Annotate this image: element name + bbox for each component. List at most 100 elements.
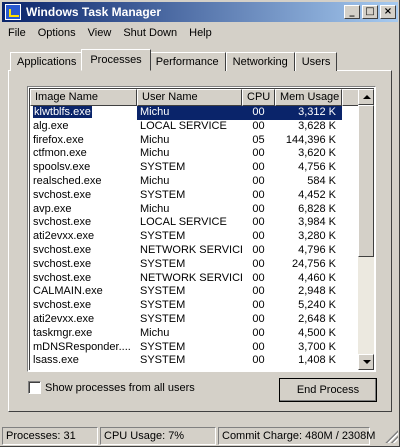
process-mem-usage: 3,984 K (298, 216, 336, 229)
tab-strip: Applications Processes Performance Netwo… (10, 49, 338, 71)
process-row[interactable]: svchost.exe SYSTEM 00 5,240 K (30, 299, 360, 313)
process-mem-usage: 5,240 K (298, 299, 336, 312)
process-user-name: SYSTEM (140, 257, 186, 270)
column-cpu[interactable]: CPU (242, 89, 275, 106)
menu-help[interactable]: Help (183, 27, 218, 39)
process-row[interactable]: svchost.exe NETWORK SERVICE 00 4,460 K (30, 272, 360, 286)
menu-view[interactable]: View (82, 27, 118, 39)
process-row[interactable]: svchost.exe SYSTEM 00 4,452 K (30, 189, 360, 203)
process-image-name: klwtblfs.exe (32, 106, 93, 119)
process-image-name: ctfmon.exe (33, 147, 87, 160)
task-manager-app-icon (5, 4, 21, 20)
process-cpu: 00 (252, 119, 265, 132)
process-image-name: taskmgr.exe (33, 326, 93, 339)
process-cpu: 00 (252, 326, 265, 339)
process-row[interactable]: CALMAIN.exe SYSTEM 00 2,948 K (30, 285, 360, 299)
process-cpu: 00 (252, 188, 265, 201)
resize-grip-icon[interactable] (384, 429, 398, 443)
process-user-name: SYSTEM (140, 161, 186, 174)
maximize-button[interactable]: □ (362, 5, 378, 19)
process-cpu: 00 (252, 161, 265, 174)
process-user-name: LOCAL SERVICE (140, 119, 227, 132)
process-image-name: realsched.exe (33, 174, 102, 187)
status-cpu-usage: CPU Usage: 7% (100, 427, 216, 445)
process-row[interactable]: svchost.exe LOCAL SERVICE 00 3,984 K (30, 216, 360, 230)
process-cpu: 00 (252, 174, 265, 187)
process-row[interactable]: realsched.exe Michu 00 584 K (30, 175, 360, 189)
scroll-thumb[interactable] (358, 105, 374, 257)
process-row[interactable]: firefox.exe Michu 05 144,396 K (30, 134, 360, 148)
process-list-header: Image Name User Name CPU Mem Usage (30, 89, 360, 106)
process-mem-usage: 1,408 K (298, 354, 336, 367)
process-mem-usage: 3,280 K (298, 230, 336, 243)
process-mem-usage: 3,700 K (298, 340, 336, 353)
process-cpu: 00 (252, 285, 265, 298)
process-user-name: NETWORK SERVICE (140, 271, 242, 284)
process-row[interactable]: ati2evxx.exe SYSTEM 00 2,648 K (30, 313, 360, 327)
scroll-up-arrow-icon[interactable] (358, 89, 374, 105)
process-mem-usage: 4,500 K (298, 326, 336, 339)
process-cpu: 00 (242, 106, 275, 120)
process-user-name: SYSTEM (140, 340, 186, 353)
process-image-name: svchost.exe (33, 299, 92, 312)
vertical-scrollbar[interactable] (358, 89, 374, 370)
process-user-name: SYSTEM (140, 285, 186, 298)
process-mem-usage: 2,948 K (298, 285, 336, 298)
process-user-name: Michu (140, 147, 170, 160)
process-row[interactable]: klwtblfs.exe Michu 00 3,312 K (30, 106, 360, 120)
process-mem-usage: 3,620 K (298, 147, 336, 160)
column-user-name[interactable]: User Name (137, 89, 242, 106)
process-list[interactable]: Image Name User Name CPU Mem Usage klwtb… (27, 86, 376, 372)
process-row[interactable]: ati2evxx.exe SYSTEM 00 3,280 K (30, 230, 360, 244)
process-image-name: avp.exe (33, 202, 72, 215)
process-cpu: 05 (252, 133, 265, 146)
process-row[interactable]: svchost.exe NETWORK SERVICE 00 4,796 K (30, 244, 360, 258)
process-row[interactable]: svchost.exe SYSTEM 00 24,756 K (30, 258, 360, 272)
show-all-processes-option[interactable]: Show processes from all users (28, 381, 195, 394)
menu-bar: File Options View Shut Down Help (2, 23, 398, 42)
show-all-processes-checkbox[interactable] (28, 381, 41, 394)
process-list-body: klwtblfs.exe Michu 00 3,312 Kalg.exe LOCAL S… (30, 106, 360, 368)
process-user-name: SYSTEM (140, 188, 186, 201)
process-image-name: spoolsv.exe (33, 161, 91, 174)
process-row[interactable]: taskmgr.exe Michu 00 4,500 K (30, 327, 360, 341)
process-row[interactable]: lsass.exe SYSTEM 00 1,408 K (30, 354, 360, 368)
menu-file[interactable]: File (2, 27, 32, 39)
minimize-button[interactable]: _ (344, 5, 360, 19)
process-user-name: SYSTEM (140, 312, 186, 325)
process-user-name: LOCAL SERVICE (140, 216, 227, 229)
show-all-processes-label[interactable]: Show processes from all users (45, 382, 195, 394)
process-image-name: svchost.exe (33, 216, 92, 229)
title-bar[interactable]: Windows Task Manager _ □ × (2, 2, 398, 22)
status-commit-charge: Commit Charge: 480M / 2308M (218, 427, 375, 445)
process-cpu: 00 (252, 147, 265, 160)
process-cpu: 00 (252, 271, 265, 284)
tab-users[interactable]: Users (294, 52, 338, 71)
task-manager-window: Windows Task Manager _ □ × File Options … (0, 0, 400, 447)
process-image-name: firefox.exe (33, 133, 84, 146)
process-mem-usage: 3,312 K (275, 106, 342, 120)
process-image-name: svchost.exe (33, 243, 92, 256)
menu-options[interactable]: Options (32, 27, 82, 39)
close-button[interactable]: × (380, 5, 396, 19)
process-user-name: Michu (140, 174, 170, 187)
process-mem-usage: 584 K (307, 174, 336, 187)
process-row[interactable]: ctfmon.exe Michu 00 3,620 K (30, 147, 360, 161)
process-row[interactable]: mDNSResponder.... SYSTEM 00 3,700 K (30, 341, 360, 355)
process-user-name: SYSTEM (140, 230, 186, 243)
end-process-button[interactable]: End Process (279, 378, 377, 402)
tab-processes[interactable]: Processes (81, 49, 151, 71)
process-cpu: 00 (252, 243, 265, 256)
process-row[interactable]: alg.exe LOCAL SERVICE 00 3,628 K (30, 120, 360, 134)
process-image-name: ati2evxx.exe (33, 312, 95, 325)
process-mem-usage: 6,828 K (298, 202, 336, 215)
tab-networking[interactable]: Networking (225, 52, 295, 71)
column-mem-usage[interactable]: Mem Usage (275, 89, 342, 106)
process-row[interactable]: avp.exe Michu 00 6,828 K (30, 203, 360, 217)
tab-applications[interactable]: Applications (10, 52, 84, 71)
column-image-name[interactable]: Image Name (30, 89, 137, 106)
scroll-down-arrow-icon[interactable] (358, 354, 374, 370)
tab-performance[interactable]: Performance (148, 52, 226, 71)
process-row[interactable]: spoolsv.exe SYSTEM 00 4,756 K (30, 161, 360, 175)
menu-shut-down[interactable]: Shut Down (117, 27, 183, 39)
